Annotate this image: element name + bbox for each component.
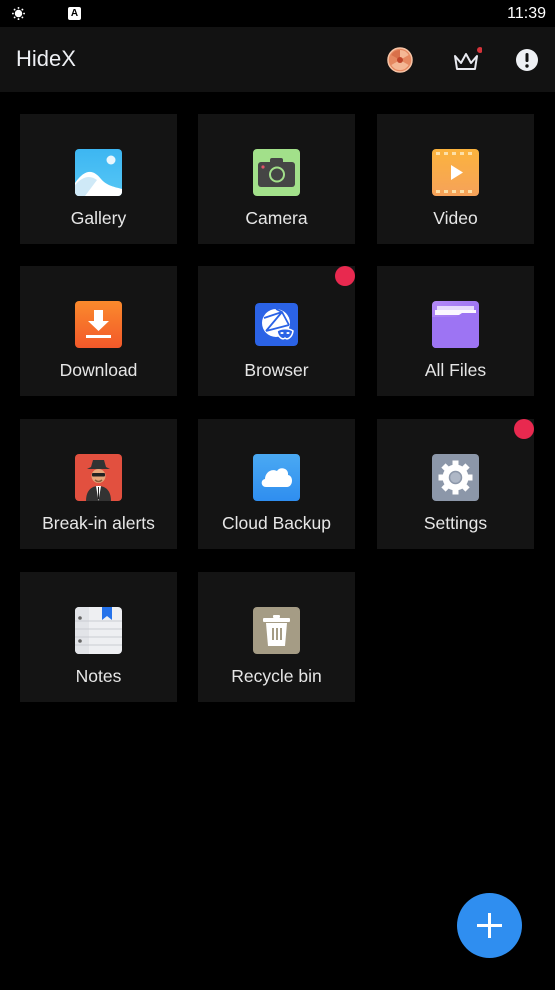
tile-label: Video <box>433 208 478 228</box>
plus-icon <box>477 913 502 938</box>
notes-icon <box>75 607 122 654</box>
trash-icon <box>253 607 300 654</box>
tile-recycle-bin[interactable]: Recycle bin <box>198 572 355 702</box>
tile-break-in-alerts[interactable]: Break-in alerts <box>20 419 177 549</box>
crown-badge <box>477 47 482 53</box>
intruder-icon <box>75 454 122 501</box>
camera-icon <box>253 149 300 196</box>
tile-camera[interactable]: Camera <box>198 114 355 244</box>
tile-cloud-backup[interactable]: Cloud Backup <box>198 419 355 549</box>
folder-icon <box>432 301 479 348</box>
tile-label: Browser <box>244 360 309 380</box>
add-button[interactable] <box>457 893 522 958</box>
brightness-icon <box>12 7 25 20</box>
tile-download[interactable]: Download <box>20 266 177 396</box>
tile-label: All Files <box>424 360 487 380</box>
a-notification-icon: A <box>68 7 81 20</box>
notification-badge <box>335 266 355 286</box>
tile-label: Notes <box>75 666 122 686</box>
tile-label: Camera <box>245 208 308 228</box>
browser-icon <box>255 303 298 346</box>
info-alert-icon[interactable] <box>514 47 540 73</box>
crown-premium-icon[interactable] <box>452 47 482 73</box>
tile-browser[interactable]: Browser <box>198 266 355 396</box>
gallery-icon <box>75 149 122 196</box>
tile-label: Download <box>59 360 138 380</box>
video-icon <box>432 149 479 196</box>
tile-label: Recycle bin <box>231 666 322 686</box>
app-title: HideX <box>16 46 76 71</box>
tile-gallery[interactable]: Gallery <box>20 114 177 244</box>
theme-disc-icon[interactable] <box>387 47 413 73</box>
download-icon <box>75 301 122 348</box>
tile-label: Break-in alerts <box>42 513 155 533</box>
tile-video[interactable]: Video <box>377 114 534 244</box>
gear-icon <box>432 454 479 501</box>
cloud-icon <box>253 454 300 501</box>
tile-label: Gallery <box>70 208 127 228</box>
tile-settings[interactable]: Settings <box>377 419 534 549</box>
tile-label: Settings <box>423 513 488 533</box>
tile-all-files[interactable]: All Files <box>377 266 534 396</box>
app-bar: HideX <box>0 27 555 92</box>
tile-notes[interactable]: Notes <box>20 572 177 702</box>
clock: 11:39 <box>507 5 546 22</box>
status-bar: A 11:39 <box>0 0 555 27</box>
tile-label: Cloud Backup <box>222 513 331 533</box>
notification-badge <box>514 419 534 439</box>
